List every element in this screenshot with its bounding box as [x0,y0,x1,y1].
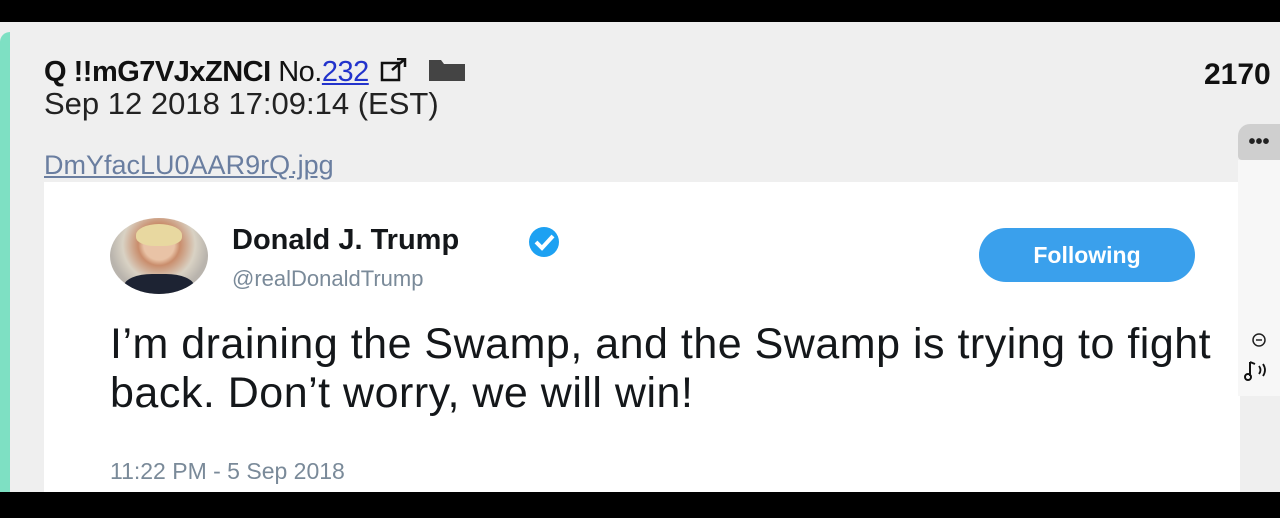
post-count: 2170 [1204,58,1271,91]
number-prefix: No. [278,56,322,88]
tweet-timestamp: 11:22 PM - 5 Sep 2018 [110,458,345,484]
tweet-card-image[interactable]: Donald J. Trump @realDonaldTrump Followi… [44,182,1240,492]
image-filename-link[interactable]: DmYfacLU0AAR9rQ.jpg [44,150,334,181]
external-link-icon[interactable] [380,57,408,90]
avatar [110,218,208,294]
post-datetime: Sep 12 2018 17:09:14 (EST) [44,86,439,121]
verified-icon [526,224,562,265]
tweet-text: I’m draining the Swamp, and the Swamp is… [110,320,1212,417]
post-container: Q !!mG7VJxZNCI No.232 Sep 12 2018 17:09:… [0,22,1280,492]
tweet-handle: @realDonaldTrump [232,266,424,291]
post-accent-bar [0,32,10,492]
minus-icon[interactable] [1251,332,1267,353]
following-button: Following [979,228,1195,282]
author-label: Q [44,56,67,88]
post-number-link[interactable]: 232 [322,56,369,88]
tripcode: !!mG7VJxZNCI [73,56,272,88]
tweet-author-name: Donald J. Trump [232,224,460,256]
audio-icon[interactable] [1244,358,1274,390]
more-icon[interactable]: ••• [1238,124,1280,160]
